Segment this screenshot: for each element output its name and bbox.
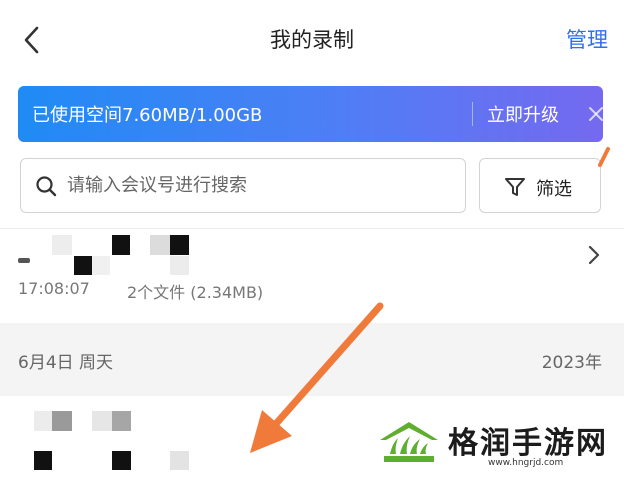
watermark-text: 格润手游网	[448, 426, 608, 461]
recording-time: 17:08:07	[18, 279, 90, 298]
manage-button[interactable]: 管理	[566, 24, 608, 54]
site-watermark: 格润手游网 www.hngrjd.com	[370, 410, 620, 475]
mosaic-block	[112, 411, 131, 431]
close-icon	[589, 107, 603, 121]
page-title: 我的录制	[270, 28, 354, 52]
storage-banner: 已使用空间7.60MB/1.00GB 立即升级	[18, 86, 603, 142]
mosaic-block	[52, 235, 72, 255]
grass-logo-icon	[380, 422, 438, 462]
mosaic-block	[92, 256, 110, 275]
mosaic-block	[150, 235, 170, 255]
mosaic-block	[112, 451, 131, 470]
search-icon	[35, 175, 57, 197]
mosaic-block	[74, 256, 92, 275]
mosaic-block	[34, 411, 52, 431]
mosaic-block	[170, 235, 189, 255]
filter-funnel-icon	[504, 176, 526, 198]
filter-button[interactable]: 筛选	[479, 158, 601, 213]
orange-stroke-mark	[598, 147, 610, 167]
storage-usage-text: 已使用空间7.60MB/1.00GB	[32, 105, 263, 126]
group-year: 2023年	[541, 353, 602, 373]
filter-label: 筛选	[536, 179, 572, 200]
mosaic-block	[170, 256, 189, 275]
meeting-number-search-input[interactable]	[67, 169, 457, 201]
mosaic-block	[92, 411, 112, 431]
annotation-arrow	[250, 302, 384, 453]
title-fragment	[18, 258, 30, 263]
upgrade-now-button[interactable]: 立即升级	[487, 101, 559, 127]
top-nav-bar: 我的录制 管理	[0, 0, 624, 80]
mosaic-block	[52, 411, 72, 431]
mosaic-block	[34, 451, 52, 470]
chevron-right-icon	[584, 243, 604, 267]
search-box[interactable]	[20, 158, 466, 213]
watermark-url: www.hngrjd.com	[488, 458, 564, 468]
banner-divider	[472, 102, 473, 126]
group-date: 6月4日 周天	[18, 353, 114, 373]
mosaic-block	[170, 451, 189, 470]
banner-close-button[interactable]	[585, 103, 607, 125]
mosaic-block	[112, 235, 130, 255]
